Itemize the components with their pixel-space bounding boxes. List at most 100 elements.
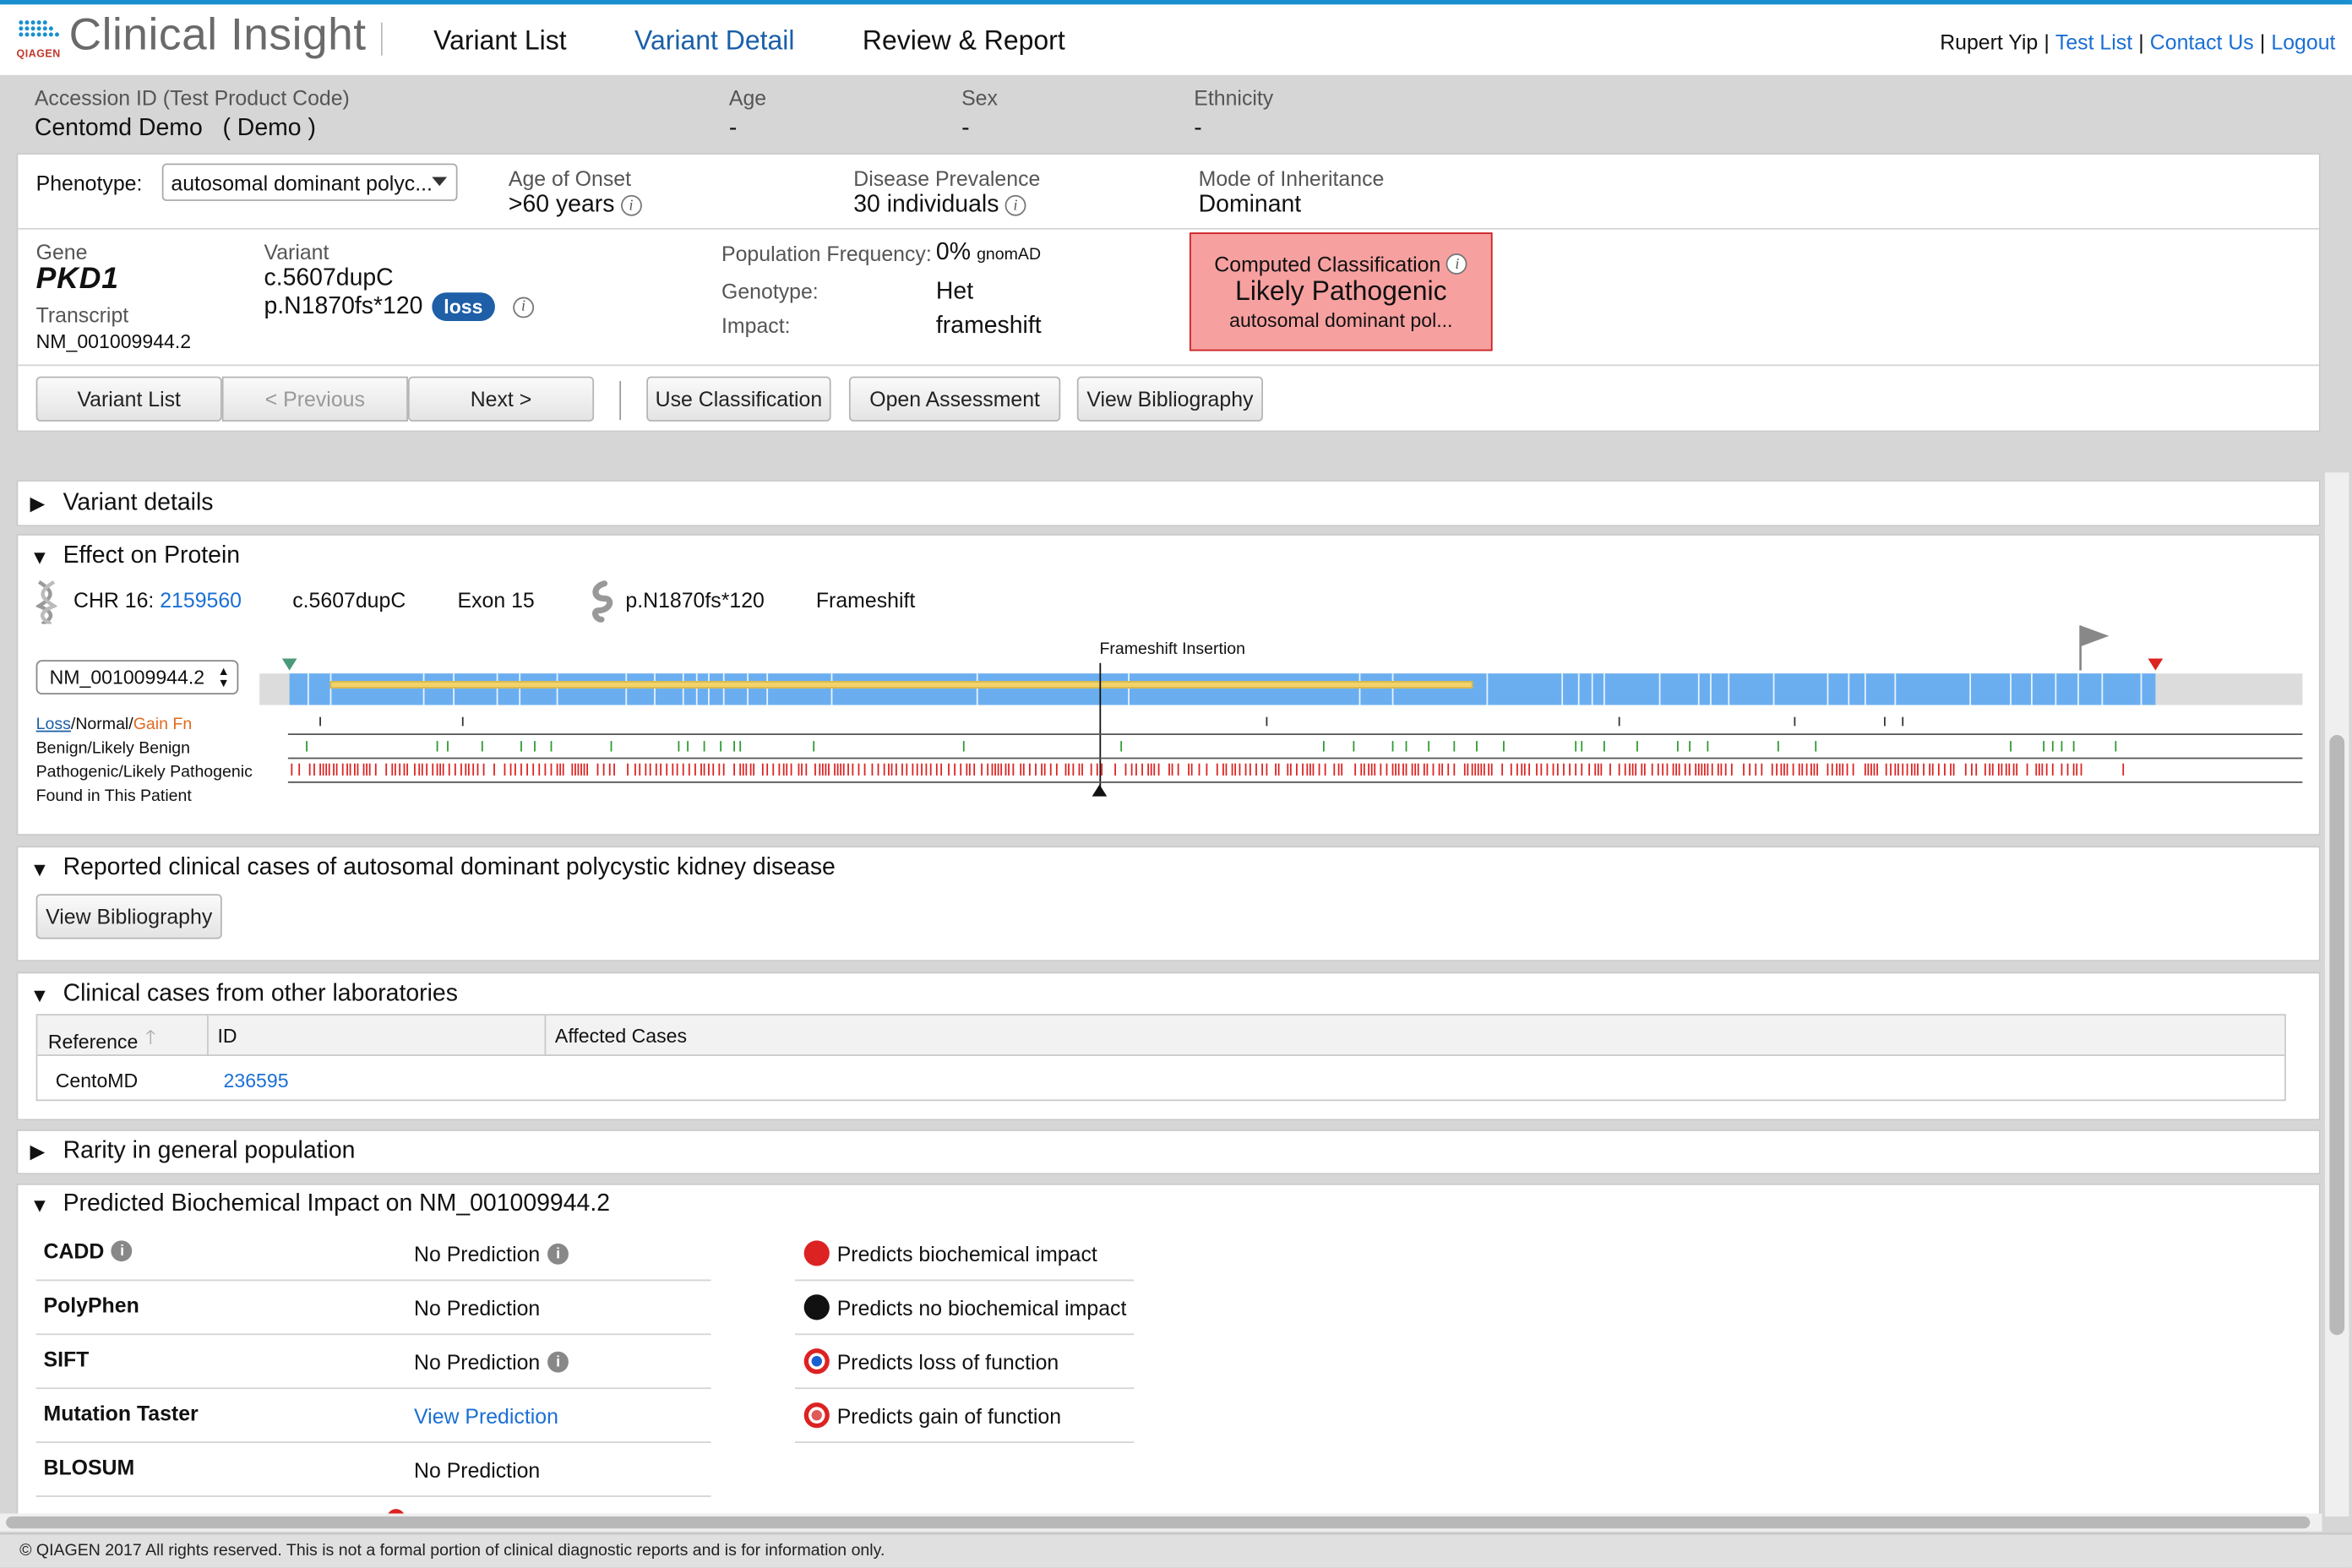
pathogenic-tick[interactable] [825, 763, 827, 776]
pathogenic-tick[interactable] [1480, 763, 1483, 776]
benign-tick[interactable] [1503, 741, 1505, 752]
pathogenic-tick[interactable] [349, 763, 351, 776]
pathogenic-tick[interactable] [1096, 763, 1098, 776]
nav-variant-detail[interactable]: Variant Detail [634, 25, 794, 57]
pathogenic-tick[interactable] [1312, 763, 1315, 776]
benign-tick[interactable] [733, 741, 735, 752]
pathogenic-tick[interactable] [1771, 763, 1773, 776]
pathogenic-tick[interactable] [1730, 763, 1733, 776]
pathogenic-tick[interactable] [1827, 763, 1829, 776]
pathogenic-tick[interactable] [1810, 763, 1812, 776]
pathogenic-tick[interactable] [753, 763, 755, 776]
pathogenic-tick[interactable] [2066, 763, 2069, 776]
pathogenic-tick[interactable] [1684, 763, 1686, 776]
pathogenic-tick[interactable] [403, 763, 406, 776]
pathogenic-tick[interactable] [1546, 763, 1549, 776]
pathogenic-tick[interactable] [1792, 763, 1794, 776]
pathogenic-tick[interactable] [1309, 763, 1311, 776]
pathogenic-tick[interactable] [1130, 763, 1133, 776]
pathogenic-tick[interactable] [1225, 763, 1228, 776]
pathogenic-tick[interactable] [346, 763, 348, 776]
benign-tick[interactable] [678, 741, 680, 752]
pathogenic-tick[interactable] [973, 763, 976, 776]
pathogenic-tick[interactable] [966, 763, 968, 776]
sort-up-arrow-icon[interactable]: 🡑 [145, 1025, 155, 1058]
pathogenic-tick[interactable] [1701, 763, 1703, 776]
collapse-triangle-icon[interactable]: ▼ [30, 858, 52, 880]
pathogenic-tick[interactable] [1816, 763, 1818, 776]
pathogenic-tick[interactable] [1917, 763, 1919, 776]
pathogenic-tick[interactable] [421, 763, 423, 776]
pathogenic-tick[interactable] [1368, 763, 1370, 776]
pathogenic-tick[interactable] [682, 763, 684, 776]
pathogenic-tick[interactable] [571, 763, 574, 776]
pathogenic-tick[interactable] [333, 763, 335, 776]
pathogenic-tick[interactable] [1341, 763, 1343, 776]
pathogenic-tick[interactable] [559, 763, 562, 776]
pathogenic-tick[interactable] [1022, 763, 1025, 776]
logout-link[interactable]: Logout [2271, 30, 2335, 54]
pathogenic-tick[interactable] [1672, 763, 1674, 776]
section-header[interactable]: ▼ Predicted Biochemical Impact on NM_001… [30, 1191, 611, 1218]
column-header-reference[interactable]: Reference 🡑 [48, 1025, 155, 1058]
benign-tick[interactable] [1575, 741, 1577, 752]
pathogenic-tick[interactable] [580, 763, 582, 776]
pathogenic-tick[interactable] [1049, 763, 1052, 776]
pathogenic-tick[interactable] [2038, 763, 2040, 776]
pathogenic-tick[interactable] [472, 763, 475, 776]
pathogenic-tick[interactable] [1929, 763, 1931, 776]
pathogenic-tick[interactable] [1852, 763, 1854, 776]
pathogenic-tick[interactable] [639, 763, 641, 776]
pathogenic-tick[interactable] [1000, 763, 1003, 776]
pathogenic-tick[interactable] [1838, 763, 1841, 776]
benign-tick[interactable] [610, 741, 612, 752]
expand-triangle-icon[interactable]: ▶ [30, 1140, 52, 1163]
scrollbar-thumb[interactable] [6, 1516, 2311, 1529]
rarity-section[interactable]: ▶ Rarity in general population [16, 1129, 2321, 1175]
pathogenic-tick[interactable] [1150, 763, 1152, 776]
pathogenic-tick[interactable] [1090, 763, 1092, 776]
function-tick[interactable] [1618, 716, 1620, 727]
pathogenic-tick[interactable] [852, 763, 854, 776]
pathogenic-tick[interactable] [460, 763, 462, 776]
pathogenic-tick[interactable] [1641, 763, 1643, 776]
pathogenic-tick[interactable] [1885, 763, 1887, 776]
pathogenic-tick[interactable] [834, 763, 836, 776]
pathogenic-tick[interactable] [335, 763, 338, 776]
pathogenic-tick[interactable] [994, 763, 996, 776]
pathogenic-tick[interactable] [745, 763, 748, 776]
pathogenic-tick[interactable] [1831, 763, 1833, 776]
info-icon[interactable]: i [547, 1351, 569, 1373]
pathogenic-tick[interactable] [1374, 763, 1376, 776]
pathogenic-tick[interactable] [448, 763, 450, 776]
pathogenic-tick[interactable] [1717, 763, 1719, 776]
pathogenic-tick[interactable] [1707, 763, 1709, 776]
pathogenic-tick[interactable] [357, 763, 359, 776]
pathogenic-tick[interactable] [1689, 763, 1690, 776]
function-tick[interactable] [461, 716, 464, 727]
pathogenic-tick[interactable] [368, 763, 371, 776]
pathogenic-tick[interactable] [627, 763, 629, 776]
pathogenic-tick[interactable] [1467, 763, 1469, 776]
pathogenic-tick[interactable] [1876, 763, 1878, 776]
pathogenic-tick[interactable] [1255, 763, 1257, 776]
benign-tick[interactable] [447, 741, 449, 752]
pathogenic-tick[interactable] [1678, 763, 1680, 776]
pathogenic-tick[interactable] [1147, 763, 1150, 776]
pathogenic-tick[interactable] [577, 763, 580, 776]
pathogenic-tick[interactable] [991, 763, 994, 776]
pathogenic-tick[interactable] [877, 763, 879, 776]
pathogenic-tick[interactable] [1078, 763, 1081, 776]
pathogenic-tick[interactable] [925, 763, 928, 776]
pathogenic-tick[interactable] [432, 763, 434, 776]
pathogenic-tick[interactable] [1395, 763, 1396, 776]
pathogenic-tick[interactable] [362, 763, 365, 776]
pathogenic-tick[interactable] [1776, 763, 1778, 776]
pathogenic-tick[interactable] [703, 763, 705, 776]
pathogenic-tick[interactable] [766, 763, 769, 776]
pathogenic-tick[interactable] [1521, 763, 1523, 776]
pathogenic-tick[interactable] [1991, 763, 1994, 776]
pathogenic-tick[interactable] [1028, 763, 1031, 776]
pathogenic-tick[interactable] [798, 763, 800, 776]
pathogenic-tick[interactable] [694, 763, 696, 776]
